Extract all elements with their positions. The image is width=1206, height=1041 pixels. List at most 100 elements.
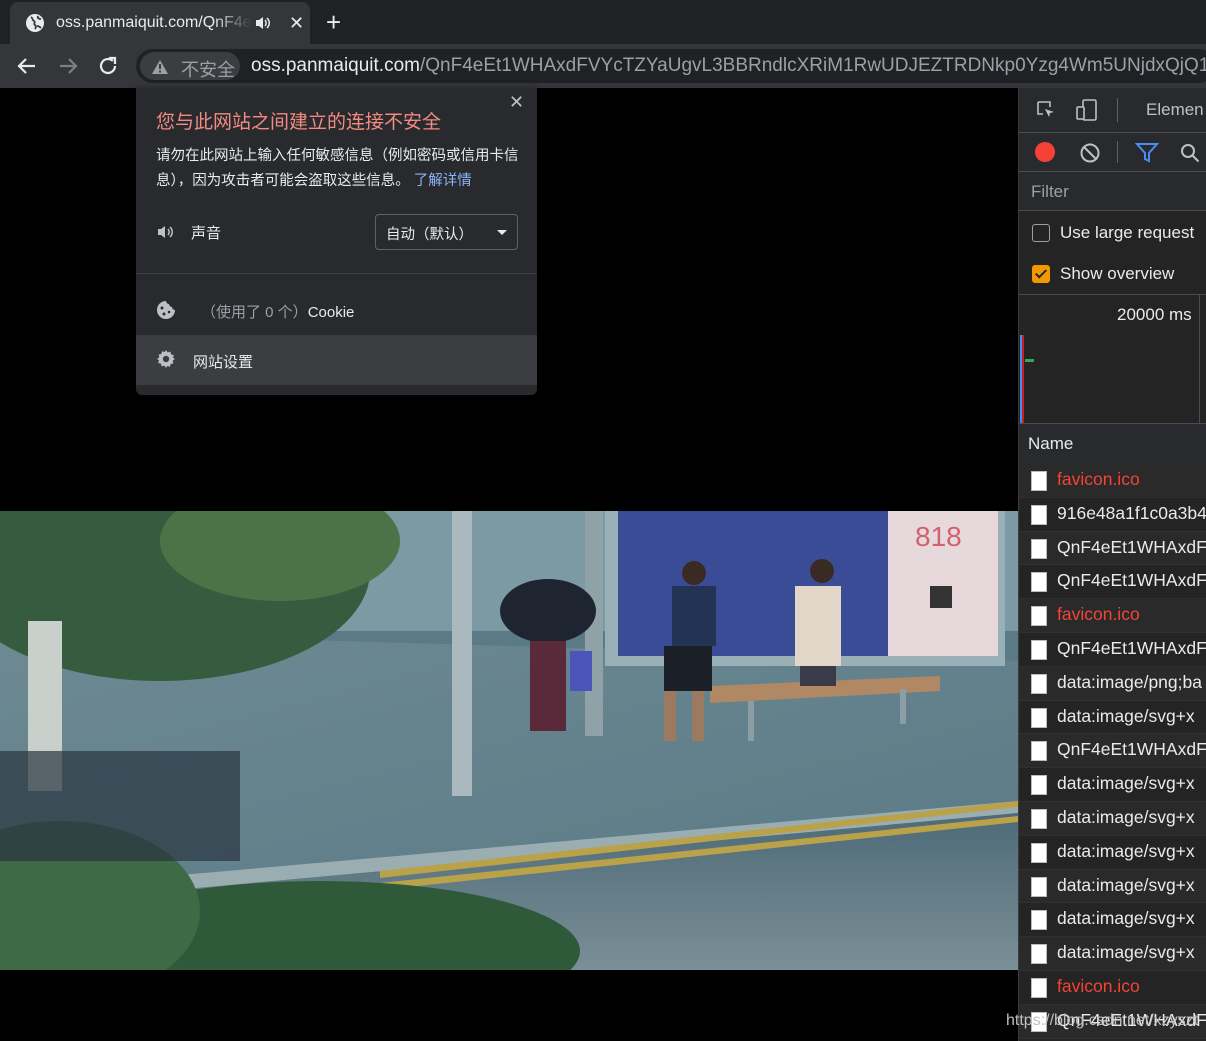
request-name: favicon.ico	[1057, 469, 1140, 489]
tab-strip: oss.panmaiquit.com/QnF4eEt1WHAx ✕ +	[0, 0, 1206, 44]
url-host: oss.panmaiquit.com	[251, 55, 420, 76]
filter-placeholder: Filter	[1031, 182, 1069, 201]
request-name: favicon.ico	[1057, 604, 1140, 625]
file-icon	[1031, 876, 1047, 897]
filter-icon[interactable]	[1135, 142, 1159, 164]
arrow-right-icon[interactable]	[55, 53, 81, 79]
file-icon	[1031, 910, 1047, 931]
table-row[interactable]: 916e48a1f1c0a3b4	[1019, 498, 1206, 532]
reload-icon[interactable]	[95, 53, 121, 79]
overview-gridline	[1199, 295, 1200, 423]
watermark: https://blog.csdn.net/xzyszt	[1006, 1012, 1199, 1029]
table-row[interactable]: data:image/svg+x	[1019, 903, 1206, 938]
file-icon	[1031, 808, 1047, 829]
table-row[interactable]: data:image/svg+x	[1019, 768, 1206, 802]
sound-setting-row: 声音 自动（默认）	[136, 212, 537, 252]
request-name: favicon.ico	[1057, 975, 1140, 996]
request-name: QnF4eEt1WHAxdF	[1057, 536, 1206, 557]
show-overview-checkbox[interactable]	[1032, 265, 1050, 283]
record-icon[interactable]	[1035, 142, 1055, 162]
cookie-label: （使用了 0 个）Cookie	[201, 301, 354, 322]
request-name: data:image/svg+x	[1057, 874, 1195, 895]
site-settings-row[interactable]: 网站设置	[136, 335, 537, 385]
street-scene-video-frame[interactable]: 818	[0, 511, 1018, 970]
toolbar: 不安全 oss.panmaiquit.com/QnF4eEt1WHAxdFVYc…	[0, 44, 1206, 88]
cookie-row[interactable]: （使用了 0 个）Cookie	[136, 286, 537, 334]
cookie-text: Cookie	[307, 304, 355, 321]
request-name: data:image/svg+x	[1057, 773, 1195, 794]
warning-icon	[152, 60, 168, 74]
file-icon	[1031, 572, 1047, 593]
file-icon	[1031, 673, 1047, 694]
network-controls	[1019, 133, 1206, 172]
popup-heading: 您与此网站之间建立的连接不安全	[156, 112, 442, 133]
request-name: data:image/svg+x	[1057, 908, 1195, 929]
security-label: 不安全	[181, 60, 235, 80]
gear-icon	[157, 350, 175, 368]
popup-description: 请勿在此网站上输入任何敏感信息（例如密码或信用卡信息），因为攻击者可能会盗取这些…	[156, 144, 522, 194]
network-overview[interactable]: 20000 ms	[1019, 294, 1206, 424]
tab-title: oss.panmaiquit.com/QnF4eEt1WHAx	[56, 14, 252, 31]
file-icon	[1031, 471, 1047, 491]
request-name: QnF4eEt1WHAxdF	[1057, 637, 1206, 658]
table-row[interactable]: QnF4eEt1WHAxdF	[1019, 734, 1206, 769]
request-name: data:image/svg+x	[1057, 942, 1195, 963]
url-text: oss.panmaiquit.com/QnF4eEt1WHAxdFVYcTZYa…	[251, 55, 1206, 77]
sound-label: 声音	[191, 225, 222, 242]
speaker-icon[interactable]	[254, 14, 272, 32]
tab-elements[interactable]: Elemen	[1146, 100, 1204, 120]
site-settings-label: 网站设置	[193, 354, 254, 371]
learn-more-link[interactable]: 了解详情	[414, 173, 472, 189]
cookie-icon	[157, 301, 175, 319]
table-row[interactable]: data:image/svg+x	[1019, 836, 1206, 870]
file-icon	[1031, 538, 1047, 559]
file-icon	[1031, 606, 1047, 627]
security-chip[interactable]: 不安全	[140, 52, 240, 80]
device-toggle-icon[interactable]	[1075, 98, 1099, 122]
devtools-panel: Elemen Filter Use large request Show ove…	[1018, 88, 1206, 1041]
column-header-name[interactable]: Name	[1019, 424, 1206, 465]
large-rows-label: Use large request	[1060, 223, 1195, 242]
table-row[interactable]: favicon.ico	[1019, 599, 1206, 633]
file-icon	[1031, 944, 1047, 965]
address-bar[interactable]: 不安全 oss.panmaiquit.com/QnF4eEt1WHAxdFVYc…	[136, 49, 1206, 83]
overview-load-marker	[1022, 335, 1024, 423]
request-name: data:image/svg+x	[1057, 806, 1195, 827]
table-row[interactable]: data:image/svg+x	[1019, 801, 1206, 836]
large-rows-checkbox[interactable]	[1032, 224, 1050, 242]
table-row[interactable]: data:image/png;ba	[1019, 666, 1206, 701]
table-row[interactable]: favicon.ico	[1019, 971, 1206, 1005]
column-name-label: Name	[1028, 434, 1074, 453]
search-icon[interactable]	[1179, 142, 1201, 164]
request-name: data:image/svg+x	[1057, 840, 1195, 861]
table-row[interactable]: QnF4eEt1WHAxdF	[1019, 633, 1206, 667]
table-row[interactable]: QnF4eEt1WHAxdF	[1019, 531, 1206, 566]
overview-request-bar	[1025, 359, 1034, 362]
browser-tab[interactable]: oss.panmaiquit.com/QnF4eEt1WHAx ✕	[10, 2, 310, 44]
show-overview-label: Show overview	[1060, 264, 1175, 283]
show-overview-option[interactable]: Show overview	[1019, 254, 1206, 294]
table-row[interactable]: data:image/svg+x	[1019, 701, 1206, 735]
table-row[interactable]: favicon.ico	[1019, 464, 1206, 498]
cookie-count: （使用了 0 个）	[201, 304, 308, 321]
separator	[1117, 141, 1118, 163]
close-icon[interactable]: ✕	[289, 13, 304, 33]
request-name: QnF4eEt1WHAxdF	[1057, 570, 1206, 591]
poster-text: 818	[915, 521, 962, 552]
inspect-icon[interactable]	[1035, 99, 1057, 121]
sound-select[interactable]: 自动（默认）	[375, 214, 518, 250]
request-list: favicon.ico 916e48a1f1c0a3b4 QnF4eEt1WHAxd…	[1019, 464, 1206, 1041]
filter-input[interactable]: Filter	[1019, 172, 1206, 211]
file-icon	[1031, 504, 1047, 525]
table-row[interactable]: data:image/svg+x	[1019, 937, 1206, 971]
large-rows-option[interactable]: Use large request	[1019, 213, 1206, 253]
table-row[interactable]: data:image/svg+x	[1019, 869, 1206, 904]
close-icon[interactable]: ✕	[509, 92, 524, 113]
file-icon	[1031, 977, 1047, 998]
plus-icon[interactable]: +	[326, 8, 341, 36]
table-row[interactable]: QnF4eEt1WHAxdF	[1019, 565, 1206, 600]
file-icon	[1031, 707, 1047, 728]
request-name: data:image/svg+x	[1057, 705, 1195, 726]
clear-icon[interactable]	[1079, 142, 1101, 164]
arrow-left-icon[interactable]	[14, 53, 40, 79]
